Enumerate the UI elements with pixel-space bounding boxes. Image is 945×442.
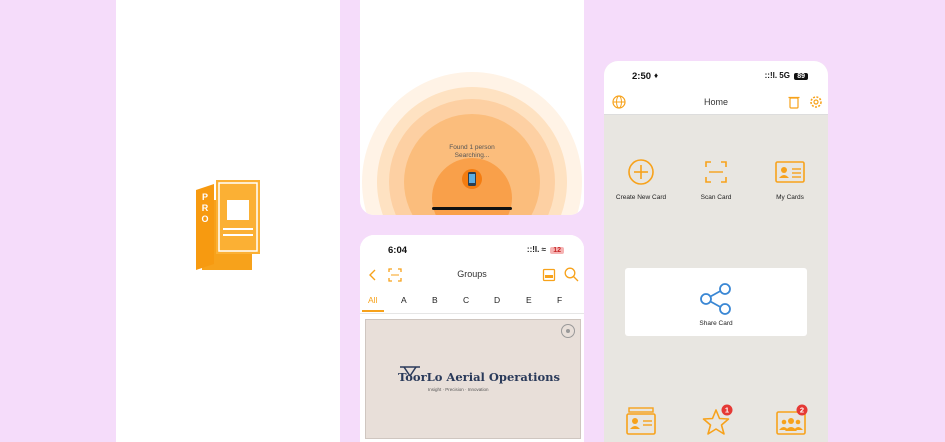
- status-bar: 2:50 ♦ ::!l. 5G 89: [604, 61, 828, 89]
- network-type: 5G: [779, 71, 790, 80]
- home-indicator: [432, 207, 512, 210]
- filter-c[interactable]: C: [463, 295, 469, 305]
- contacts-badge-count: 2: [800, 406, 804, 415]
- home-screen: 2:50 ♦ ::!l. 5G 89 Home Create New Card …: [604, 61, 828, 442]
- svg-text:O: O: [201, 214, 208, 224]
- groups-navbar: Groups: [360, 263, 584, 287]
- filter-f[interactable]: F: [557, 295, 562, 305]
- search-icon[interactable]: [564, 267, 579, 282]
- card-company-name: ToorLo Aerial Operations: [398, 370, 560, 384]
- alphabet-filter-bar: All A B C D E F: [360, 289, 584, 314]
- signal-bars: ::!l.: [764, 71, 778, 80]
- favorites-badge-count: 1: [725, 406, 729, 415]
- pro-app-logo: P R O: [196, 180, 260, 270]
- wifi-icon: ≈: [541, 245, 546, 254]
- contacts-badge: 2: [796, 404, 808, 416]
- id-card-icon: [775, 161, 805, 183]
- favorites-badge: 1: [721, 404, 733, 416]
- phone-icon: [462, 169, 482, 189]
- status-time: 2:50: [632, 71, 652, 82]
- searching-text: Searching...: [454, 152, 490, 159]
- share-card-label: Share Card: [699, 320, 733, 327]
- filter-a[interactable]: A: [401, 295, 407, 305]
- status-bar: 6:04 ::!l. ≈ 12: [360, 235, 584, 263]
- filter-all[interactable]: All: [368, 295, 377, 305]
- signal-bars: ::!l.: [526, 245, 540, 254]
- app-logo-panel: P R O: [116, 0, 340, 442]
- groups-screen: 6:04 ::!l. ≈ 12 Groups All A B C D E F T…: [360, 235, 584, 442]
- svg-text:R: R: [202, 203, 209, 213]
- bell-silent-icon: ♦: [654, 71, 659, 80]
- trash-icon[interactable]: [788, 95, 800, 109]
- card-holder-icon[interactable]: [626, 407, 656, 435]
- status-signal: ::!l. 5G 89: [765, 71, 808, 80]
- battery-level: 12: [550, 247, 564, 254]
- battery-level: 89: [794, 73, 808, 80]
- rotate-icon[interactable]: [560, 323, 576, 339]
- filter-b[interactable]: B: [432, 295, 438, 305]
- status-time: 6:04: [388, 245, 408, 256]
- business-card-image[interactable]: ToorLo Aerial Operations Insight · Preci…: [365, 319, 581, 439]
- share-card-button[interactable]: Share Card: [625, 268, 807, 336]
- filter-e[interactable]: E: [526, 295, 532, 305]
- gear-icon[interactable]: [809, 95, 823, 109]
- card-tagline: Insight · Precision · Innovation: [428, 387, 489, 392]
- card-export-icon[interactable]: [542, 268, 556, 282]
- svg-text:P: P: [202, 192, 208, 202]
- status-signal: ::!l. ≈ 12: [527, 245, 564, 254]
- found-count-text: Found 1 person: [449, 144, 495, 151]
- share-icon: [700, 283, 731, 315]
- search-nearby-screen: Found 1 person Searching...: [360, 0, 584, 215]
- scan-frame-icon: [705, 161, 727, 183]
- create-new-card-label: Create New Card: [615, 194, 667, 201]
- scan-card-label: Scan Card: [700, 194, 732, 201]
- filter-selected-underline: [362, 310, 384, 312]
- plus-circle-icon: [628, 159, 654, 185]
- my-cards-label: My Cards: [776, 194, 804, 201]
- home-navbar: Home: [604, 89, 828, 115]
- filter-d[interactable]: D: [494, 295, 500, 305]
